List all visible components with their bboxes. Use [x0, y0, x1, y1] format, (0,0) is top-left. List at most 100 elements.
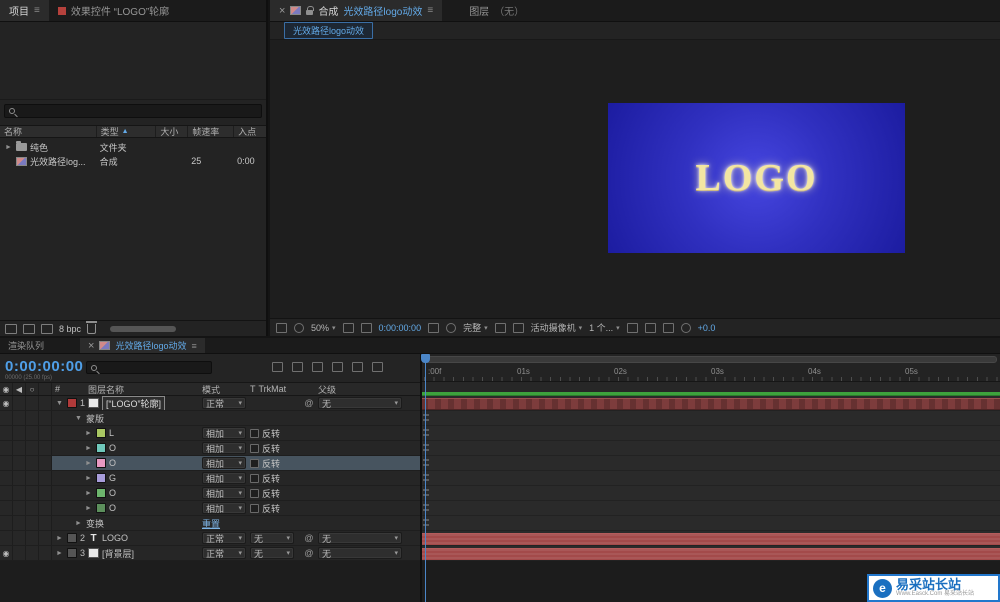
project-search[interactable] [4, 104, 262, 118]
timeline-search-input[interactable] [101, 362, 207, 373]
lock-icon[interactable] [306, 5, 315, 15]
column-parent[interactable]: 父级 [318, 383, 420, 396]
solo-toggle[interactable] [26, 531, 39, 545]
masks-group-row[interactable]: ▼ 蒙版 [0, 411, 420, 426]
twirl-open-icon[interactable]: ▼ [74, 415, 83, 422]
bit-depth-button[interactable]: 8 bpc [59, 324, 81, 334]
mask-color-chip[interactable] [96, 458, 106, 468]
draft-3d-icon[interactable] [292, 362, 303, 372]
column-trkmat[interactable]: T TrkMat [248, 384, 300, 394]
twirl-closed-icon[interactable]: ► [4, 144, 13, 151]
twirl-closed-icon[interactable]: ► [84, 460, 93, 467]
parent-select[interactable]: 无 ▾ [318, 397, 402, 409]
panel-menu-icon[interactable]: ≡ [191, 341, 196, 351]
invert-checkbox[interactable] [250, 473, 259, 483]
layer-name[interactable]: [背景层] [102, 547, 134, 560]
audio-toggle[interactable] [13, 546, 26, 560]
comp-mini-flowchart-icon[interactable] [272, 362, 283, 372]
mask-mode-select[interactable]: 相加 ▾ [202, 457, 246, 469]
mini-flowchart-icon[interactable] [662, 322, 674, 333]
twirl-closed-icon[interactable]: ► [55, 535, 64, 542]
new-composition-icon[interactable] [41, 323, 53, 334]
layer-name[interactable]: [“LOGO”轮廓] [102, 396, 166, 410]
mask-row-selected[interactable]: ► O 相加 ▾ 反转 [0, 456, 420, 471]
layer1-duration-bar[interactable] [422, 398, 1000, 410]
trkmat-select[interactable]: 无 ▾ [250, 532, 294, 544]
column-inpoint[interactable]: 入点 [233, 126, 266, 137]
region-of-interest-icon[interactable] [494, 322, 506, 333]
column-name[interactable]: 名称 [0, 126, 96, 137]
exposure-gear-icon[interactable] [680, 322, 691, 333]
magnification-select[interactable]: 50% ▾ [311, 323, 336, 333]
view-layout-select[interactable]: 1 个... ▾ [589, 321, 620, 334]
invert-checkbox[interactable] [250, 488, 259, 498]
trkmat-select[interactable]: 无 ▾ [250, 547, 294, 559]
mask-mode-select[interactable]: 相加 ▾ [202, 502, 246, 514]
tab-timeline-comp[interactable]: × 光效路径logo动效 ≡ [80, 338, 205, 353]
eye-toggle[interactable]: ◉ [0, 396, 13, 410]
audio-toggle[interactable] [13, 396, 26, 410]
eye-toggle[interactable]: ◉ [0, 546, 13, 560]
mask-row[interactable]: ► O 相加 ▾ 反转 [0, 486, 420, 501]
exposure-value[interactable]: +0.0 [698, 323, 716, 333]
mask-row[interactable]: ► O 相加 ▾ 反转 [0, 501, 420, 516]
layer-color-chip[interactable] [67, 398, 77, 408]
frame-blending-icon[interactable] [332, 362, 343, 372]
resolution-select[interactable]: 完整 ▾ [463, 321, 488, 334]
composition-viewer[interactable]: LOGO [270, 40, 1000, 318]
tab-project[interactable]: 项目 ≡ [0, 0, 49, 21]
horizontal-scrollbar[interactable] [110, 325, 177, 332]
layer3-duration-bar[interactable] [422, 548, 1000, 560]
audio-toggle[interactable] [13, 531, 26, 545]
invert-checkbox[interactable] [250, 503, 259, 513]
time-ruler[interactable]: :00f 01s 02s 03s 04s 05s [422, 354, 1000, 382]
mask-color-chip[interactable] [96, 443, 106, 453]
column-size[interactable]: 大小 [155, 126, 187, 137]
parent-select[interactable]: 无 ▾ [318, 547, 402, 559]
lock-toggle[interactable] [39, 531, 52, 545]
parent-pickwhip-icon[interactable]: @ [300, 398, 318, 408]
mask-color-chip[interactable] [96, 473, 106, 483]
work-area-bar[interactable] [424, 356, 997, 363]
mask-row[interactable]: ► G 相加 ▾ 反转 [0, 471, 420, 486]
comp-subtab[interactable]: 光效路径logo动效 [284, 22, 374, 39]
twirl-closed-icon[interactable]: ► [84, 475, 93, 482]
solo-toggle[interactable] [26, 546, 39, 560]
layer-row-2[interactable]: ► 2 T LOGO 正常 ▾ 无 ▾ @ 无 ▾ [0, 531, 420, 546]
mask-color-chip[interactable] [96, 488, 106, 498]
reset-link[interactable]: 重置 [202, 519, 220, 529]
mask-mode-select[interactable]: 相加 ▾ [202, 487, 246, 499]
blend-mode-select[interactable]: 正常 ▾ [202, 397, 246, 409]
tab-render-queue[interactable]: 渲染队列 [0, 338, 52, 353]
playhead[interactable] [421, 354, 430, 602]
layer-name[interactable]: LOGO [102, 533, 128, 543]
transparency-grid-icon[interactable] [512, 322, 524, 333]
graph-editor-icon[interactable] [372, 362, 383, 372]
column-number[interactable]: # [52, 383, 86, 395]
timeline-search[interactable] [86, 361, 212, 374]
parent-pickwhip-icon[interactable]: @ [300, 548, 318, 558]
camera-icon[interactable] [428, 322, 440, 333]
tab-effect-controls[interactable]: 效果控件 “LOGO”轮廓 [49, 0, 178, 21]
column-framerate[interactable]: 帧速率 [187, 126, 233, 137]
project-row-folder[interactable]: ► 纯色 文件夹 [0, 140, 266, 154]
show-snapshot-icon[interactable] [294, 322, 304, 333]
twirl-open-icon[interactable]: ▼ [55, 400, 64, 407]
blend-mode-select[interactable]: 正常 ▾ [202, 547, 246, 559]
snapshot-icon[interactable] [276, 322, 287, 333]
panel-menu-icon[interactable]: ≡ [427, 5, 433, 16]
layer-color-chip[interactable] [67, 548, 77, 558]
preview-time[interactable]: 0:00:00:00 [379, 323, 422, 333]
mask-mode-select[interactable]: 相加 ▾ [202, 442, 246, 454]
column-type[interactable]: 类型 ▲ [95, 126, 156, 137]
fast-previews-icon[interactable] [644, 322, 656, 333]
tab-composition[interactable]: × 合成 光效路径logo动效 ≡ [270, 0, 443, 21]
solo-toggle[interactable] [26, 396, 39, 410]
twirl-closed-icon[interactable]: ► [55, 550, 64, 557]
column-layer-name[interactable]: 图层名称 [86, 383, 200, 395]
channel-icon[interactable] [446, 322, 457, 333]
blend-mode-select[interactable]: 正常 ▾ [202, 532, 246, 544]
layer-row-3[interactable]: ◉ ► 3 [背景层] 正常 ▾ 无 ▾ @ 无 ▾ [0, 546, 420, 561]
layer-row-1[interactable]: ◉ ▼ 1 [“LOGO”轮廓] 正常 ▾ @ 无 ▾ [0, 396, 420, 411]
column-mode[interactable]: 模式 [200, 383, 248, 396]
